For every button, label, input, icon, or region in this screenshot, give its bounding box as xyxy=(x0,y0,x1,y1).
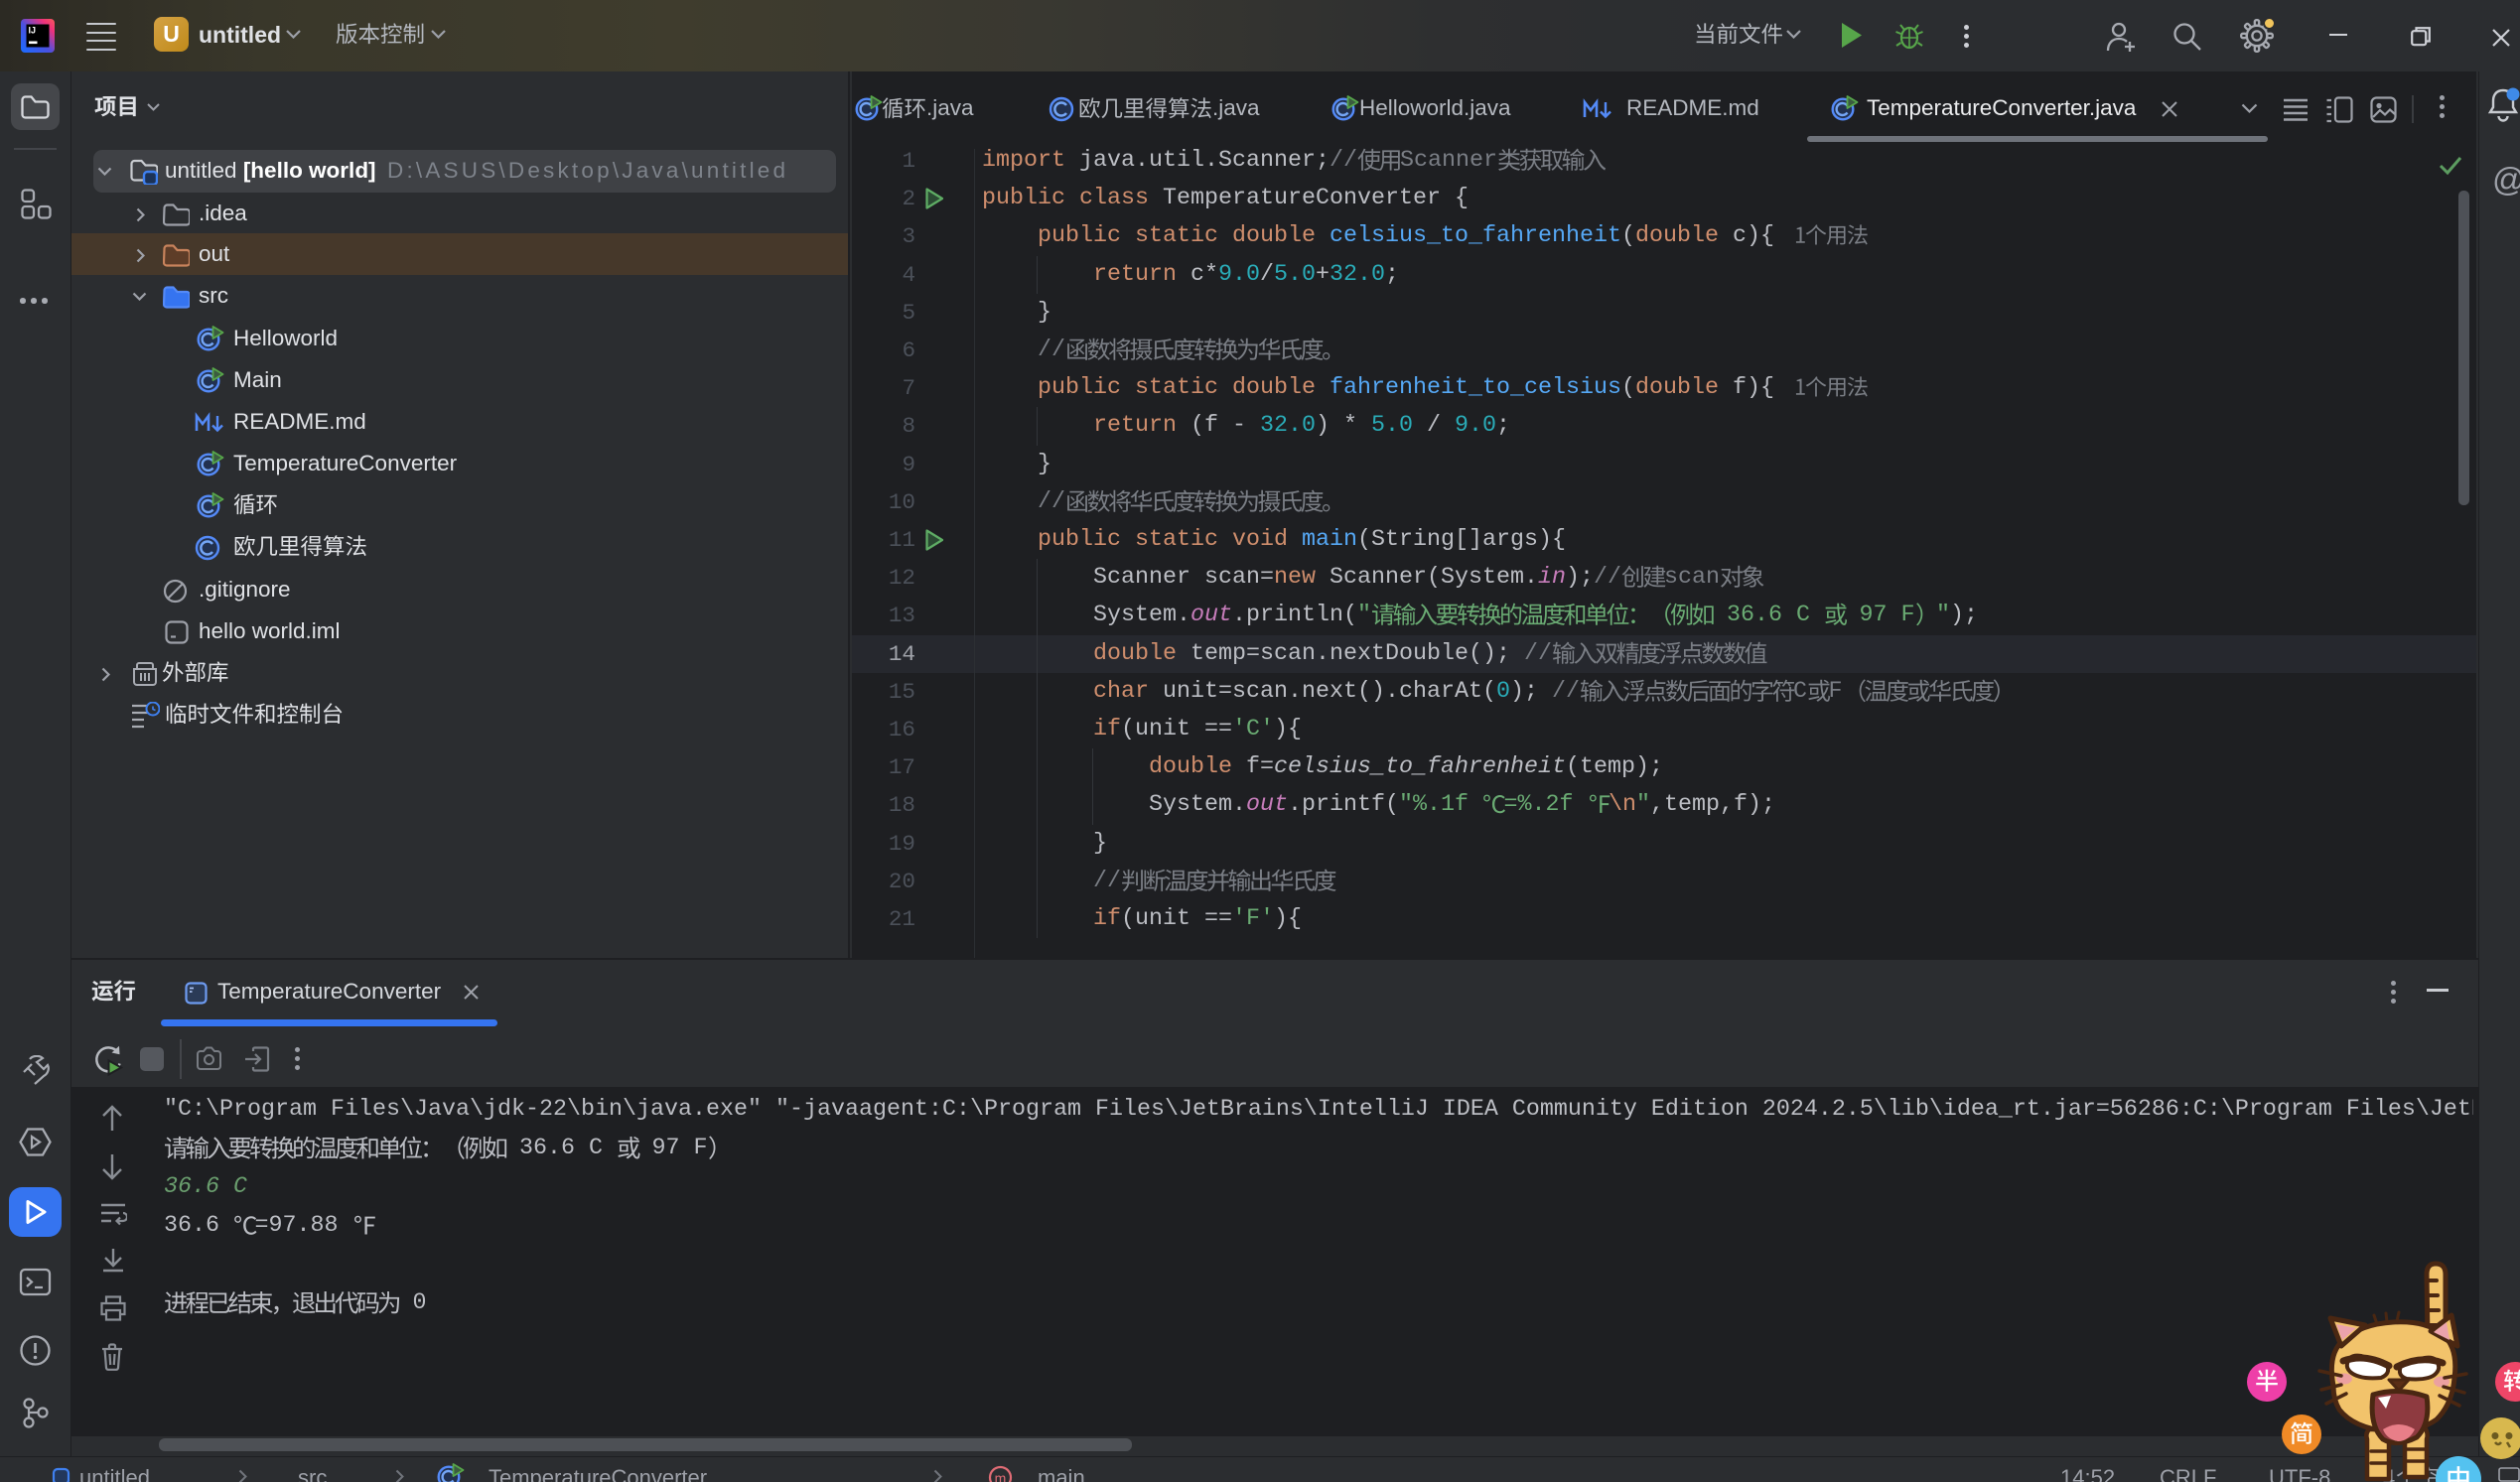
svg-text:IJ: IJ xyxy=(29,26,37,36)
svg-text:m: m xyxy=(995,1470,1007,1482)
